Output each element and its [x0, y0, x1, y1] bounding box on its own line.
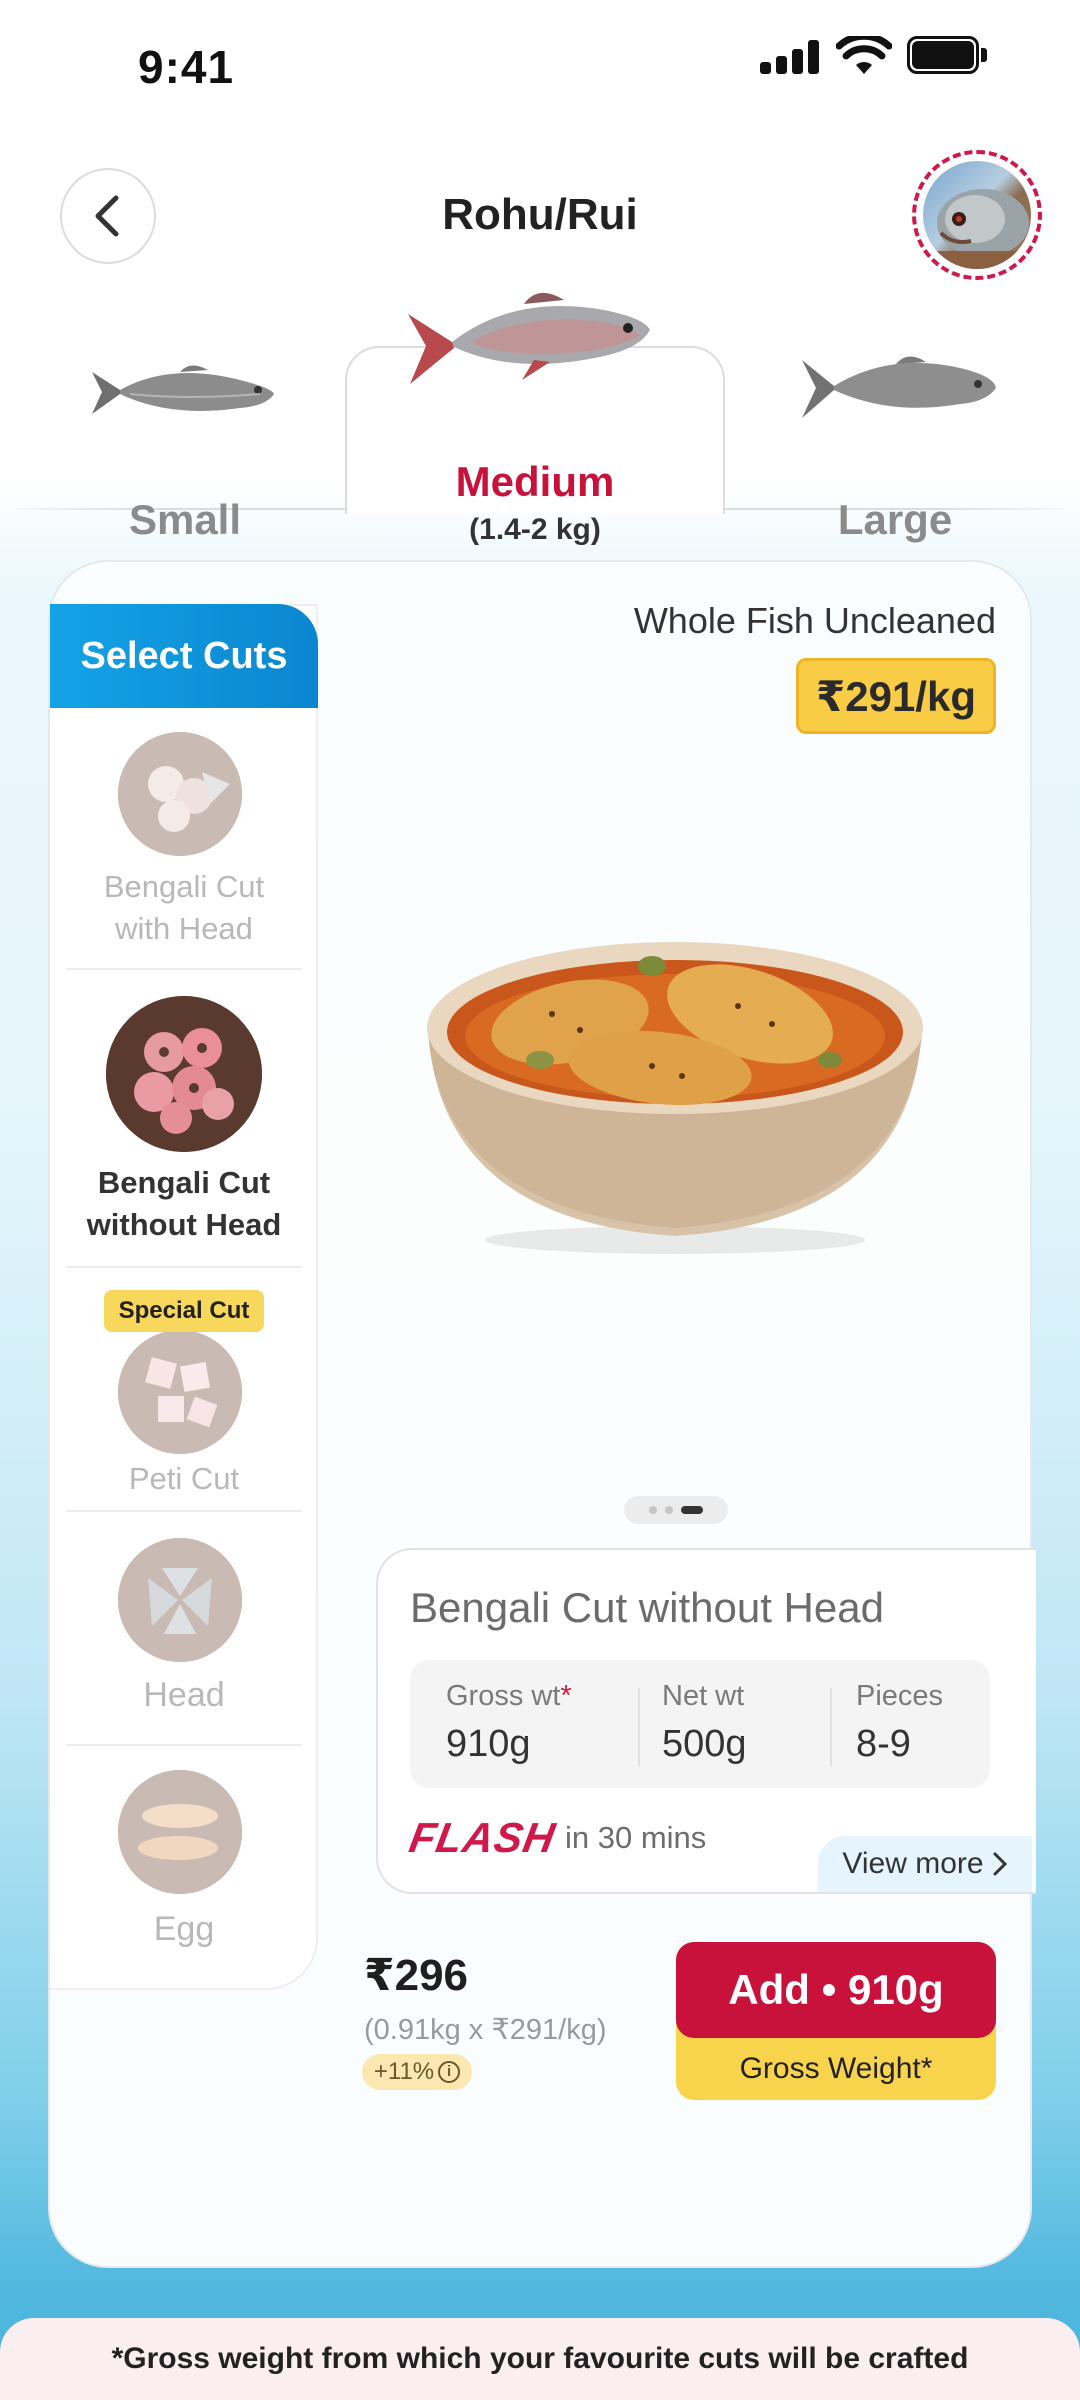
- large-fish-icon: [802, 356, 996, 418]
- view-more-label: View more: [842, 1847, 984, 1880]
- tab-medium-weight: (1.4-2 kg): [469, 513, 601, 546]
- cut-item-bengali-with-head[interactable]: Bengali Cut with Head: [50, 732, 318, 952]
- divider: [638, 1688, 640, 1766]
- select-cuts-header: Select Cuts: [50, 604, 318, 708]
- cut-thumb-image: [118, 1330, 242, 1454]
- cut-label: Egg: [153, 1910, 215, 1948]
- fish-curry-image: [427, 942, 923, 1254]
- percent-value: +11%: [373, 2058, 435, 2085]
- flash-logo: FLASH: [405, 1814, 560, 1861]
- signal-icon: [760, 40, 822, 74]
- tab-large-label: Large: [837, 496, 953, 543]
- tab-small[interactable]: Small: [40, 340, 330, 543]
- status-bar: 9:41: [0, 0, 1080, 130]
- divider: [66, 1510, 302, 1512]
- cut-thumb-image: [106, 996, 262, 1152]
- cut-thumb-image: [118, 732, 242, 856]
- cut-item-bengali-without-head[interactable]: Bengali Cut without Head: [50, 996, 318, 1246]
- wifi-icon: [836, 36, 892, 74]
- size-tabs: Small Medium (1.4-2 kg) Large: [0, 280, 1080, 546]
- delivery-info: FLASH in 30 mins: [406, 1814, 707, 1862]
- price-per-kg-badge: ₹291/kg: [796, 658, 996, 734]
- gross-weight-label: Gross Weight*: [739, 2052, 933, 2085]
- gross-weight: Gross wt* 910g: [446, 1680, 572, 1765]
- cut-label: Peti Cut: [128, 1461, 240, 1496]
- weight-details: Gross wt* 910g Net wt 500g Pieces 8-9: [410, 1660, 990, 1788]
- divider: [830, 1688, 832, 1766]
- tab-small-label: Small: [128, 496, 242, 543]
- chevron-right-icon: [993, 1852, 1007, 1876]
- cut-label: Bengali Cut with Head: [103, 869, 265, 946]
- product-type: Whole Fish Uncleaned: [633, 600, 996, 641]
- fish-head-image: [923, 161, 1031, 269]
- divider: [66, 1266, 302, 1268]
- total-price: ₹296: [364, 1951, 469, 2000]
- cut-label: Bengali Cut without Head: [86, 1165, 282, 1242]
- cut-thumb-image: [118, 1770, 242, 1894]
- carousel-dot-active[interactable]: [681, 1506, 703, 1514]
- gross-weight-note: *Gross weight from which your favourite …: [0, 2318, 1080, 2400]
- carousel-dot[interactable]: [649, 1506, 657, 1514]
- net-weight: Net wt 500g: [662, 1680, 747, 1765]
- price-calculation: (0.91kg x ₹291/kg): [364, 2014, 607, 2046]
- cut-item-peti-cut[interactable]: Special Cut Peti Cut: [50, 1290, 318, 1506]
- special-cut-badge: Special Cut: [104, 1290, 264, 1332]
- add-to-cart-button[interactable]: Add • 910g: [676, 1942, 996, 2038]
- pieces-count: Pieces 8-9: [856, 1680, 944, 1765]
- carousel-dot[interactable]: [665, 1506, 673, 1514]
- status-time: 9:41: [138, 41, 235, 93]
- medium-fish-icon: [408, 292, 650, 384]
- cut-thumb-image: [118, 1538, 242, 1662]
- cut-name: Bengali Cut without Head: [410, 1584, 884, 1631]
- cut-item-head[interactable]: Head: [50, 1538, 318, 1738]
- cut-item-egg[interactable]: Egg: [50, 1770, 318, 1970]
- tab-medium-label: Medium: [455, 458, 615, 505]
- view-more-button[interactable]: View more: [818, 1836, 1032, 1892]
- info-icon: i: [438, 2061, 461, 2083]
- divider: [66, 1744, 302, 1746]
- cut-label: Head: [143, 1676, 225, 1714]
- fish-avatar[interactable]: [912, 150, 1042, 280]
- percent-badge[interactable]: +11% i: [362, 2054, 472, 2090]
- divider: [66, 968, 302, 970]
- battery-icon: [907, 36, 987, 74]
- tab-large[interactable]: Large: [750, 340, 1040, 543]
- carousel-indicator: [624, 1496, 728, 1524]
- small-fish-icon: [92, 365, 274, 414]
- delivery-time: in 30 mins: [565, 1820, 707, 1855]
